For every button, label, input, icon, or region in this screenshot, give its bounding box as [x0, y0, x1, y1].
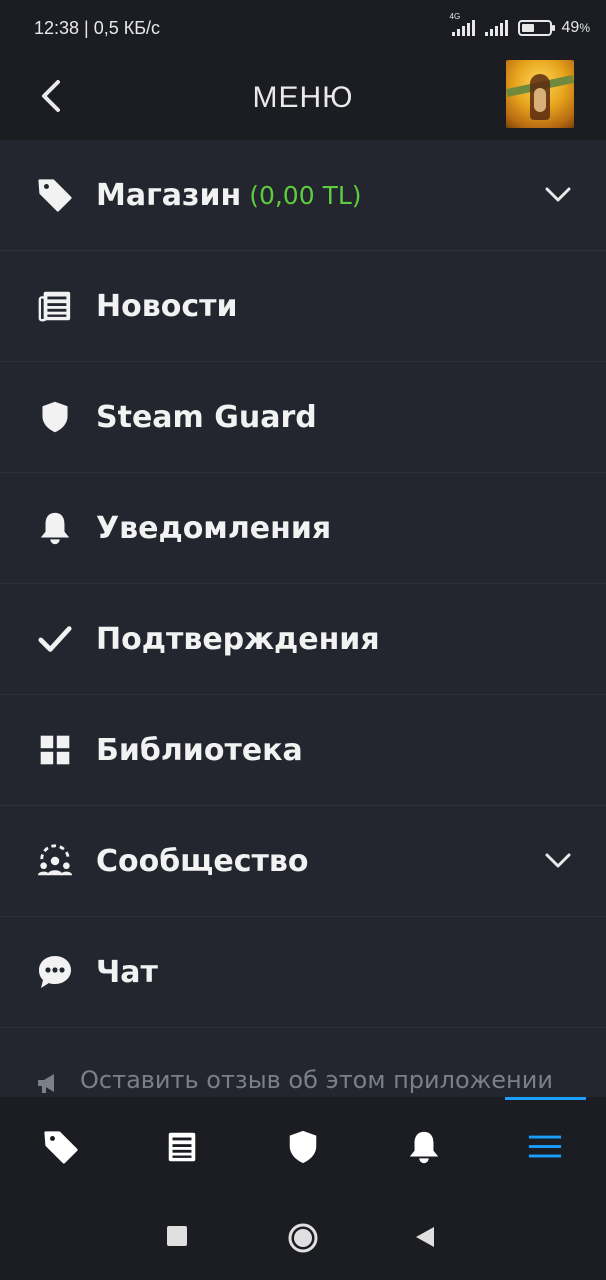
- menu-item-label: Подтверждения: [96, 621, 380, 657]
- menu-list: Магазин (0,00 TL) Новости Steam Guard Ув…: [0, 140, 606, 1028]
- status-icons: 4G 49%: [450, 12, 590, 37]
- battery-icon: [517, 20, 555, 36]
- recents-square-icon[interactable]: [166, 1225, 188, 1247]
- status-time-speed: 12:38 | 0,5 КБ/с: [34, 17, 161, 38]
- newspaper-icon: [36, 287, 74, 325]
- chat-icon: [36, 953, 74, 991]
- avatar[interactable]: [506, 60, 574, 128]
- bell-icon: [409, 1131, 439, 1164]
- bottom-nav: [0, 1097, 606, 1197]
- signal-4g-icon: 4G: [450, 12, 475, 36]
- menu-icon: [529, 1135, 562, 1158]
- tab-news[interactable]: [121, 1097, 242, 1197]
- tab-store[interactable]: [0, 1097, 121, 1197]
- signal-icon: [484, 20, 508, 36]
- menu-item-label: Библиотека: [96, 732, 303, 768]
- megaphone-icon: [38, 1074, 54, 1093]
- battery-percent: 49%: [561, 19, 590, 36]
- newspaper-icon: [168, 1132, 196, 1162]
- chevron-down-icon[interactable]: [544, 186, 572, 204]
- tag-icon: [36, 176, 74, 214]
- system-nav-bar: [0, 1197, 606, 1280]
- chevron-down-icon[interactable]: [544, 852, 572, 870]
- menu-item-chat[interactable]: Чат: [0, 917, 606, 1028]
- status-bar: 12:38 | 0,5 КБ/с 4G 49%: [0, 0, 606, 56]
- back-arrow-icon[interactable]: [36, 76, 66, 116]
- wallet-balance: (0,00 TL): [249, 180, 362, 210]
- network-label: 4G: [449, 12, 461, 21]
- tag-icon: [44, 1131, 78, 1164]
- back-triangle-icon[interactable]: [414, 1225, 436, 1249]
- menu-item-steam-guard[interactable]: Steam Guard: [0, 362, 606, 473]
- tab-menu[interactable]: [485, 1097, 606, 1197]
- menu-item-label: Steam Guard: [96, 399, 317, 435]
- menu-item-community[interactable]: Сообщество: [0, 806, 606, 917]
- feedback-link[interactable]: Оставить отзыв об этом приложении: [0, 1060, 606, 1100]
- menu-item-label: Сообщество: [96, 843, 309, 879]
- menu-item-label: Новости: [96, 288, 238, 324]
- shield-icon: [36, 398, 74, 436]
- tab-steam-guard[interactable]: [242, 1097, 363, 1197]
- bell-icon: [36, 509, 74, 547]
- menu-item-label: Магазин: [96, 177, 242, 213]
- active-tab-indicator: [504, 1097, 587, 1100]
- menu-item-notifications[interactable]: Уведомления: [0, 473, 606, 584]
- grid-icon: [36, 731, 74, 769]
- checkmark-icon: [36, 620, 74, 658]
- menu-item-confirmations[interactable]: Подтверждения: [0, 584, 606, 695]
- home-circle-icon[interactable]: [287, 1222, 319, 1254]
- feedback-text: Оставить отзыв об этом приложении: [80, 1066, 553, 1094]
- community-icon: [36, 842, 74, 880]
- menu-item-label: Чат: [96, 954, 158, 990]
- menu-item-label: Уведомления: [96, 510, 332, 546]
- tab-notifications[interactable]: [364, 1097, 485, 1197]
- menu-item-news[interactable]: Новости: [0, 251, 606, 362]
- shield-icon: [289, 1130, 317, 1164]
- header: МЕНЮ: [0, 56, 606, 140]
- menu-item-library[interactable]: Библиотека: [0, 695, 606, 806]
- menu-item-store[interactable]: Магазин (0,00 TL): [0, 140, 606, 251]
